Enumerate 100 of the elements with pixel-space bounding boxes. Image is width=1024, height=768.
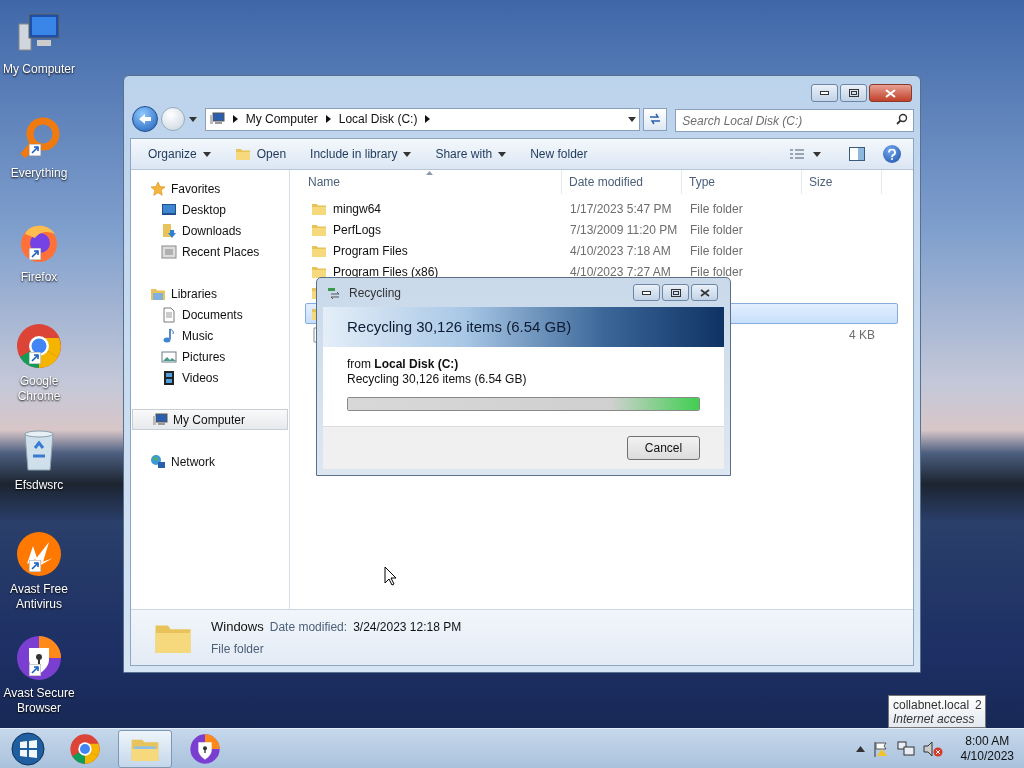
file-row[interactable]: Program Files (x86) 4/10/2023 7:27 AM File folder [305, 261, 898, 282]
nav-item[interactable]: Videos [131, 367, 289, 388]
file-row[interactable]: PerfLogs 7/13/2009 11:20 PM File folder [305, 219, 898, 240]
column-header[interactable]: Name [290, 170, 562, 194]
nav-item[interactable]: Recent Places [131, 241, 289, 262]
clock-time[interactable]: 8:00 AM [965, 733, 1010, 749]
file-name: Program Files [333, 242, 408, 260]
sort-arrow-icon [425, 171, 433, 175]
computer-icon [208, 111, 225, 127]
desktop-icon-label[interactable]: Avast Free Antivirus [0, 582, 78, 612]
avast-browser-icon [15, 634, 63, 682]
shortcut-arrow-icon [29, 560, 41, 572]
date-value: 3/24/2023 12:18 PM [353, 619, 462, 637]
search-field[interactable]: Search Local Disk (C:) [675, 109, 914, 132]
close-icon [885, 88, 896, 98]
back-button[interactable] [132, 106, 158, 132]
nav-item[interactable]: Pictures [131, 346, 289, 367]
restore-icon [848, 89, 859, 97]
nav-item[interactable]: Network [131, 451, 289, 472]
network-count: 2 [975, 697, 982, 712]
shortcut-arrow-icon [29, 144, 41, 156]
film-icon [161, 369, 177, 386]
mouse-pointer-icon [384, 566, 398, 586]
column-header[interactable]: Type [682, 170, 802, 194]
breadcrumb-item[interactable]: Local Disk (C:) [338, 110, 418, 128]
network-icon[interactable] [896, 740, 915, 757]
chrome-icon [15, 322, 63, 370]
network-icon [150, 453, 166, 470]
status-text: Recycling 30,126 items (6.54 GB) [347, 372, 528, 387]
speaker-muted-icon[interactable] [922, 740, 943, 757]
toolbar-button[interactable]: Organize [141, 142, 218, 166]
folder-icon [234, 146, 251, 162]
preview-pane-button[interactable] [847, 144, 867, 164]
desktop-icon-label[interactable]: Avast Secure Browser [0, 686, 78, 716]
refresh-button[interactable] [643, 107, 668, 131]
cancel-button[interactable]: Cancel [627, 436, 700, 460]
avast-browser-icon [189, 732, 221, 765]
network-status: Internet access [893, 711, 976, 726]
toolbar-button[interactable]: Open [227, 142, 294, 166]
toolbar-button[interactable]: Include in library [303, 142, 419, 166]
help-button[interactable] [883, 145, 901, 163]
date-label: Date modified: [269, 619, 348, 637]
chevron-icon [325, 115, 331, 123]
file-name: PerfLogs [333, 221, 382, 239]
caret-icon [403, 151, 412, 157]
nav-item[interactable]: Favorites [131, 178, 289, 199]
computer-icon [152, 411, 168, 428]
nav-item[interactable]: Music [131, 325, 289, 346]
type-cell: File folder [690, 201, 743, 216]
toolbar-button[interactable]: New folder [523, 142, 595, 166]
chevron-icon [425, 115, 431, 123]
nav-item[interactable]: My Computer [132, 409, 288, 430]
minimize-icon [642, 290, 651, 295]
minimize-button[interactable] [811, 84, 838, 102]
desktop-icon-label[interactable]: My Computer [0, 62, 78, 77]
breadcrumb-item[interactable]: My Computer [245, 110, 318, 128]
close-button[interactable] [691, 284, 718, 301]
nav-item[interactable]: Downloads [131, 220, 289, 241]
desktop-icon-label[interactable]: Efsdwsrc [0, 478, 78, 493]
chrome-icon [69, 732, 101, 765]
avast-icon [15, 530, 63, 578]
column-header[interactable]: Size [802, 170, 882, 194]
nav-item[interactable]: Desktop [131, 199, 289, 220]
selected-item-name: Windows [211, 618, 264, 637]
dialog-heading: Recycling 30,126 items (6.54 GB) [347, 316, 572, 337]
address-bar[interactable]: My Computer Local Disk (C:) [204, 107, 641, 131]
file-row[interactable]: mingw64 1/17/2023 5:47 PM File folder [305, 198, 898, 219]
shortcut-arrow-icon [29, 664, 41, 676]
star-icon [150, 180, 166, 197]
file-name: mingw64 [333, 200, 382, 218]
toolbar-button[interactable]: Share with [428, 142, 514, 166]
action-center-flag-icon[interactable] [872, 740, 889, 757]
clock-date[interactable]: 4/10/2023 [960, 748, 1014, 764]
recent-places-icon [161, 243, 177, 260]
minimize-button[interactable] [633, 284, 660, 301]
maximize-button[interactable] [840, 84, 867, 102]
show-hidden-icons[interactable] [855, 745, 865, 752]
taskbar-app[interactable] [118, 729, 172, 768]
refresh-icon [648, 113, 663, 125]
maximize-button[interactable] [662, 284, 689, 301]
type-cell: File folder [690, 222, 743, 237]
nav-item[interactable]: Documents [131, 304, 289, 325]
shortcut-arrow-icon [29, 352, 41, 364]
nav-item[interactable]: Libraries [131, 283, 289, 304]
date-cell: 4/10/2023 7:27 AM [570, 264, 671, 279]
start-orb-icon [11, 731, 45, 766]
file-row[interactable]: Program Files 4/10/2023 7:18 AM File folder [305, 240, 898, 261]
size-cell-text: 4 KB [849, 326, 875, 344]
close-button[interactable] [869, 84, 912, 102]
desktop-icon [161, 201, 177, 218]
shortcut-arrow-icon [29, 248, 41, 260]
details-view-icon [789, 148, 805, 160]
date-cell: 7/13/2009 11:20 PM [570, 222, 678, 237]
column-header[interactable]: Date modified [562, 170, 682, 194]
document-icon [161, 306, 177, 323]
downloads-icon [161, 222, 177, 239]
date-cell: 4/10/2023 7:18 AM [570, 243, 671, 258]
date-cell: 1/17/2023 5:47 PM [570, 201, 672, 216]
picture-icon [161, 348, 177, 365]
caret-icon [188, 116, 197, 122]
